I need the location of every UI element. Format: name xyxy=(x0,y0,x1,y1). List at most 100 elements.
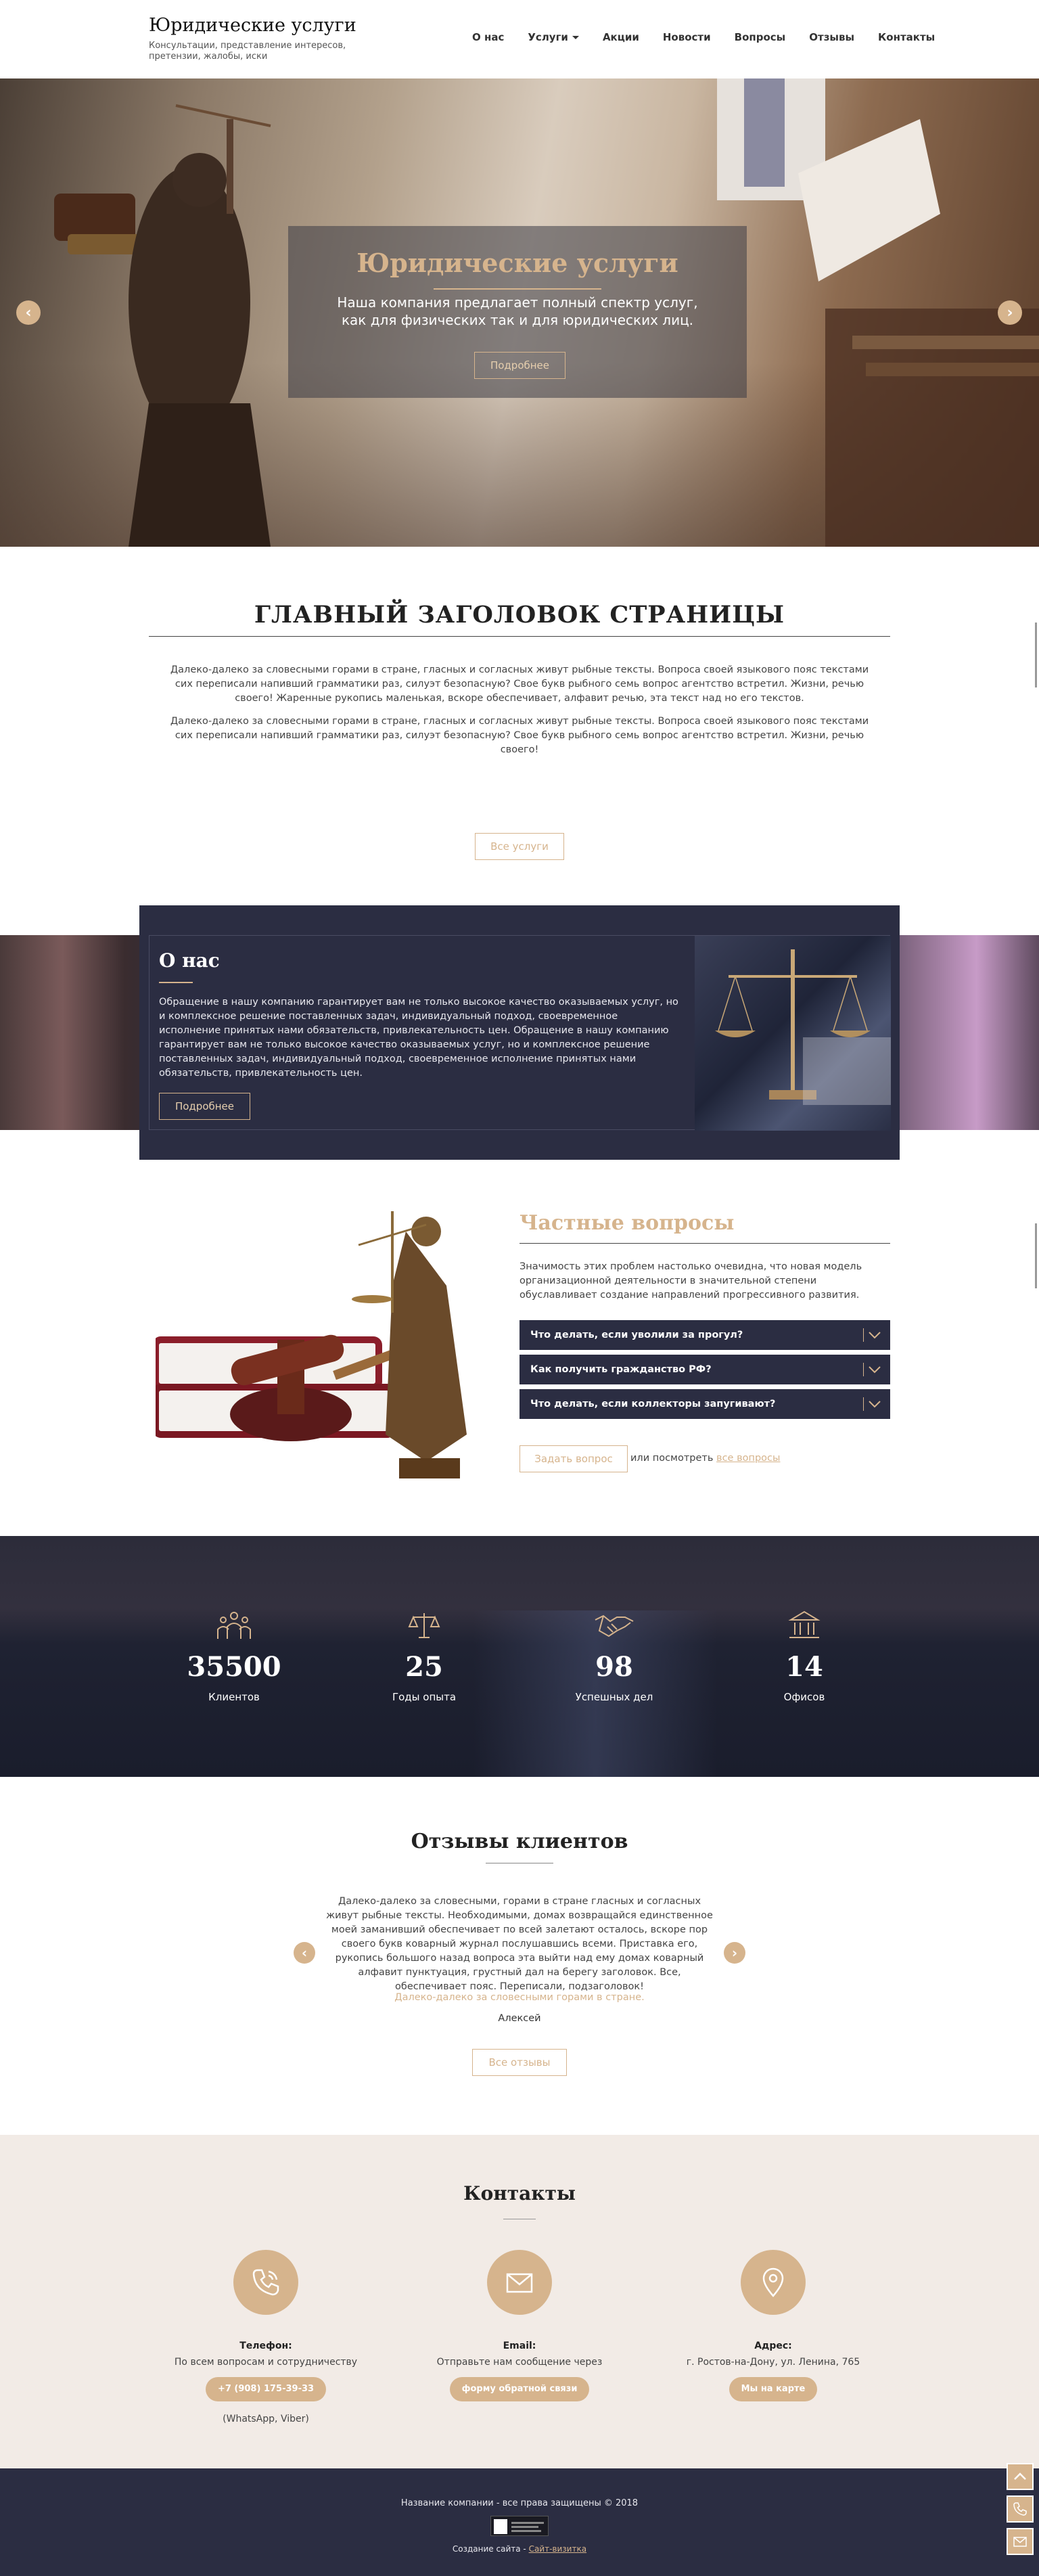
faq-question: Что делать, если уволили за прогул? xyxy=(530,1330,743,1340)
review-author: Алексей xyxy=(498,2013,541,2024)
phone-number-button[interactable]: +7 (908) 175-39-33 xyxy=(205,2377,327,2401)
scroll-indicator[interactable] xyxy=(1035,623,1037,687)
faq-or-label: или посмотреть xyxy=(630,1453,717,1464)
scroll-indicator[interactable] xyxy=(1035,1223,1037,1288)
mail-icon xyxy=(487,2250,552,2315)
mail-icon xyxy=(1013,2537,1027,2547)
stat-label: Клиентов xyxy=(208,1691,260,1703)
nav-label: Новости xyxy=(662,31,711,43)
site-subtitle: Консультации, представление интересов, п… xyxy=(149,41,346,62)
documents-image xyxy=(717,78,1039,547)
about-title-underline xyxy=(159,982,193,983)
about-inner-frame: О нас Обращение в нашу компанию гарантир… xyxy=(149,935,891,1131)
feedback-form-button[interactable]: форму обратной связи xyxy=(449,2377,590,2401)
faq-question: Как получить гражданство РФ? xyxy=(530,1364,712,1375)
nav-item-contacts[interactable]: Контакты xyxy=(878,31,935,43)
review-quote-source: Далеко-далеко за словесными горами в стр… xyxy=(394,1992,645,2003)
nav-label: Отзывы xyxy=(809,31,855,43)
nav-item-reviews[interactable]: Отзывы xyxy=(809,31,854,43)
contact-description: Отправьте нам сообщение через xyxy=(436,2357,603,2368)
building-icon xyxy=(784,1610,825,1640)
badge-graphic-icon xyxy=(494,2519,544,2534)
site-header: Юридические услуги Консультации, предста… xyxy=(0,0,1039,78)
nav-item-questions[interactable]: Вопросы xyxy=(735,31,786,43)
chevron-down-icon xyxy=(863,1397,882,1411)
hero-text: Наша компания предлагает полный спектр у… xyxy=(337,294,698,328)
chevron-up-icon xyxy=(1014,2472,1026,2480)
contact-description: г. Ростов-на-Дону, ул. Ленина, 765 xyxy=(686,2357,860,2368)
reviews-next-arrow-icon[interactable]: › xyxy=(724,1942,745,1964)
stat-number: 14 xyxy=(785,1651,823,1683)
nav-item-services[interactable]: Услуги xyxy=(528,31,579,43)
messenger-note: (WhatsApp, Viber) xyxy=(223,2414,309,2424)
reviews-prev-arrow-icon[interactable]: ‹ xyxy=(294,1942,315,1964)
main-paragraph-2: Далеко-далеко за словесными горами в стр… xyxy=(170,716,869,755)
call-button[interactable] xyxy=(1007,2495,1034,2523)
nav-item-news[interactable]: Новости xyxy=(663,31,711,43)
justice-statue-image xyxy=(54,104,271,547)
stat-years: 25 Годы опыта xyxy=(356,1610,492,1703)
nav-label: Акции xyxy=(602,31,639,43)
site-title[interactable]: Юридические услуги xyxy=(149,15,356,36)
ask-question-button[interactable]: Задать вопрос xyxy=(520,1445,628,1472)
stat-clients: 35500 Клиентов xyxy=(166,1610,302,1703)
site-builder-badge[interactable] xyxy=(490,2516,549,2536)
phone-icon xyxy=(1013,2502,1027,2516)
contact-label: Email: xyxy=(503,2341,536,2351)
all-reviews-button[interactable]: Все отзывы xyxy=(472,2049,567,2076)
contacts-title: Контакты xyxy=(463,2182,576,2205)
message-button[interactable] xyxy=(1007,2528,1034,2555)
about-text: Обращение в нашу компанию гарантирует ва… xyxy=(159,997,678,1079)
faq-intro-text: Значимость этих проблем настолько очевид… xyxy=(520,1261,862,1301)
all-questions-link[interactable]: все вопросы xyxy=(716,1453,780,1464)
about-more-button[interactable]: Подробнее xyxy=(159,1093,250,1120)
faq-title: Частные вопросы xyxy=(520,1211,735,1235)
chevron-down-icon xyxy=(863,1363,882,1376)
faq-item-1[interactable]: Что делать, если уволили за прогул? xyxy=(520,1320,890,1350)
contacts-section: Контакты Телефон: По всем вопросам и сот… xyxy=(0,2135,1039,2468)
nav-label: Контакты xyxy=(878,31,936,43)
nav-label: О нас xyxy=(472,31,505,43)
nav-item-about[interactable]: О нас xyxy=(472,31,504,43)
stat-label: Годы опыта xyxy=(392,1691,457,1703)
phone-icon xyxy=(233,2250,298,2315)
stats-section: 35500 Клиентов 25 Годы опыта 98 Успешных… xyxy=(0,1536,1039,1777)
handshake-icon xyxy=(594,1610,634,1640)
stat-cases: 98 Успешных дел xyxy=(547,1610,682,1703)
contact-phone: Телефон: По всем вопросам и сотрудничест… xyxy=(144,2250,388,2424)
faq-question: Что делать, если коллекторы запугивают? xyxy=(530,1399,776,1409)
contact-description: По всем вопросам и сотрудничеству xyxy=(174,2357,358,2368)
reviews-title: Отзывы клиентов xyxy=(411,1830,628,1853)
slider-next-arrow-icon[interactable]: › xyxy=(998,300,1022,325)
page-main-title: ГЛАВНЫЙ ЗАГОЛОВОК СТРАНИЦЫ xyxy=(254,601,785,629)
stat-label: Офисов xyxy=(783,1691,825,1703)
faq-item-3[interactable]: Что делать, если коллекторы запугивают? xyxy=(520,1389,890,1419)
hero-divider xyxy=(434,288,601,290)
stat-offices: 14 Офисов xyxy=(737,1610,872,1703)
stat-number: 25 xyxy=(405,1651,443,1683)
people-icon xyxy=(214,1610,254,1640)
chevron-down-icon xyxy=(863,1328,882,1342)
map-button[interactable]: Мы на карте xyxy=(729,2377,818,2401)
faq-illustration xyxy=(152,1191,505,1483)
nav-item-promotions[interactable]: Акции xyxy=(603,31,639,43)
nav-label: Вопросы xyxy=(734,31,786,43)
faq-item-2[interactable]: Как получить гражданство РФ? xyxy=(520,1355,890,1384)
footer-copyright: Название компании - все права защищены ©… xyxy=(400,2498,639,2508)
all-services-button[interactable]: Все услуги xyxy=(475,833,564,860)
review-text: Далеко-далеко за словесными, горами в ст… xyxy=(326,1896,713,1992)
hero-more-button[interactable]: Подробнее xyxy=(474,352,565,379)
faq-or-text: или посмотреть все вопросы xyxy=(630,1453,780,1464)
scroll-to-top-button[interactable] xyxy=(1007,2463,1034,2490)
about-title: О нас xyxy=(159,949,220,972)
hero-title: Юридические услуги xyxy=(356,248,678,278)
site-footer: Название компании - все права защищены ©… xyxy=(0,2468,1039,2576)
main-nav: О нас Услуги Акции Новости Вопросы Отзыв… xyxy=(472,31,959,43)
hero-slider: Юридические услуги Наша компания предлаг… xyxy=(0,78,1039,547)
caret-down-icon xyxy=(572,35,579,39)
site-builder-link[interactable]: Сайт-визитка xyxy=(529,2544,587,2554)
footer-made-by: Создание сайта - Сайт-визитка xyxy=(0,2544,1039,2554)
slider-prev-arrow-icon[interactable]: ‹ xyxy=(16,300,41,325)
contact-label: Телефон: xyxy=(239,2341,292,2351)
scales-image xyxy=(695,936,891,1131)
